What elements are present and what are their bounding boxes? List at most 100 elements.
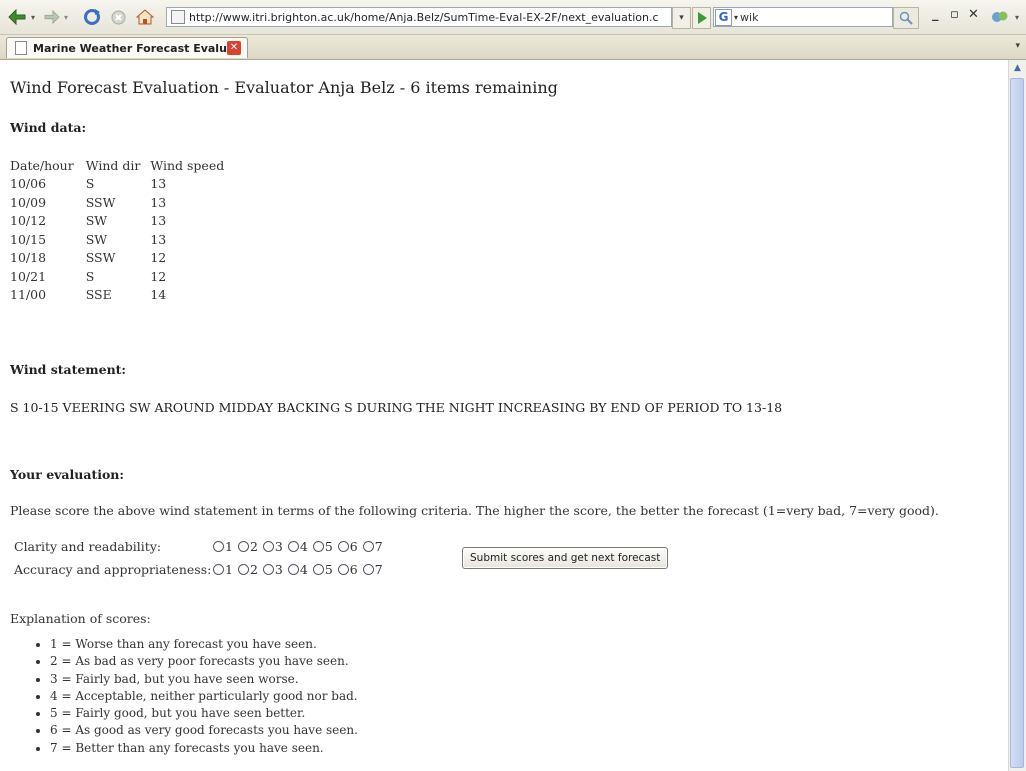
radio-button[interactable]	[362, 564, 374, 575]
radio-button[interactable]	[237, 564, 249, 575]
submit-scores-button[interactable]: Submit scores and get next forecast	[462, 547, 669, 569]
cell-dir: SSW	[85, 250, 116, 266]
radio-label[interactable]: 5	[325, 539, 333, 554]
radio-label[interactable]: 7	[375, 539, 383, 554]
radio-label[interactable]: 6	[350, 562, 358, 577]
search-input[interactable]: wik	[740, 11, 758, 24]
radio-label[interactable]: 1	[225, 562, 233, 577]
clarity-radio-group: 1 2 3 4 5 6 7	[213, 539, 388, 554]
accuracy-radio-3[interactable]: 3	[262, 562, 283, 577]
vertical-scrollbar[interactable]: ▲	[1008, 60, 1026, 771]
go-button[interactable]	[692, 7, 711, 29]
cell-speed: 14	[150, 287, 167, 303]
cell-date: 10/21	[10, 268, 47, 284]
close-window-icon[interactable]: ✕	[968, 7, 979, 22]
radio-label[interactable]: 4	[300, 539, 308, 554]
page-icon	[171, 10, 185, 24]
search-icon	[899, 11, 913, 25]
clarity-radio-7[interactable]: 7	[362, 539, 383, 554]
accuracy-radio-2[interactable]: 2	[237, 562, 258, 577]
minimize-icon[interactable]: _	[932, 7, 939, 22]
tab-list-dropdown-icon[interactable]: ▾	[1015, 41, 1020, 51]
restore-icon[interactable]: ▫	[950, 7, 959, 22]
clarity-radio-2[interactable]: 2	[237, 539, 258, 554]
cell-date: 10/12	[10, 213, 47, 229]
cell-speed: 13	[150, 194, 167, 210]
forward-button[interactable]	[43, 8, 61, 26]
search-box[interactable]: G ▾ wik	[713, 7, 893, 27]
radio-label[interactable]: 4	[300, 562, 308, 577]
clarity-radio-5[interactable]: 5	[312, 539, 333, 554]
radio-label[interactable]: 6	[350, 539, 358, 554]
accuracy-radio-5[interactable]: 5	[312, 562, 333, 577]
cell-date: 10/18	[10, 250, 47, 266]
extension-dropdown-icon[interactable]: ▾	[1013, 8, 1021, 26]
tab-title[interactable]: Marine Weather Forecast Evalua...	[33, 42, 227, 55]
home-button[interactable]	[134, 8, 156, 26]
extension-button[interactable]	[988, 8, 1012, 26]
radio-label[interactable]: 2	[250, 539, 258, 554]
radio-button[interactable]	[337, 541, 349, 552]
table-row: 10/21 S 12	[10, 267, 234, 286]
url-text[interactable]: http://www.itri.brighton.ac.uk/home/Anja…	[189, 11, 659, 24]
radio-label[interactable]: 3	[275, 539, 283, 554]
reload-button[interactable]	[82, 8, 102, 26]
clarity-radio-6[interactable]: 6	[337, 539, 358, 554]
radio-button[interactable]	[362, 541, 374, 552]
stop-button[interactable]	[109, 8, 127, 26]
cell-dir: SW	[85, 231, 108, 247]
radio-button[interactable]	[262, 541, 274, 552]
scroll-up-icon[interactable]: ▲	[1011, 62, 1024, 75]
close-tab-icon[interactable]: ✕	[227, 41, 241, 55]
list-item: 5 = Fairly good, but you have seen bette…	[50, 705, 358, 722]
forward-arrow-icon	[44, 10, 60, 24]
page-icon	[15, 41, 27, 55]
browser-toolbar: ▾ ▾ http://www.itri.brighton.ac.uk/home/…	[0, 0, 1026, 35]
home-icon	[136, 9, 154, 25]
forward-dropdown-icon[interactable]: ▾	[62, 8, 70, 26]
radio-label[interactable]: 1	[225, 539, 233, 554]
radio-button[interactable]	[312, 564, 324, 575]
accuracy-radio-group: 1 2 3 4 5 6 7	[213, 562, 388, 577]
list-item: 6 = As good as very good forecasts you h…	[50, 722, 358, 739]
radio-button[interactable]	[337, 564, 349, 575]
google-icon[interactable]: G	[715, 8, 732, 26]
accuracy-radio-6[interactable]: 6	[337, 562, 358, 577]
url-history-dropdown[interactable]: ▾	[672, 7, 691, 29]
criterion-label: Clarity and readability:	[14, 539, 162, 554]
radio-button[interactable]	[262, 564, 274, 575]
accuracy-radio-4[interactable]: 4	[287, 562, 308, 577]
radio-label[interactable]: 5	[325, 562, 333, 577]
cell-speed: 13	[150, 176, 167, 192]
cell-dir: S	[85, 268, 95, 284]
clarity-radio-1[interactable]: 1	[213, 539, 233, 554]
clarity-radio-3[interactable]: 3	[262, 539, 283, 554]
search-button[interactable]	[893, 7, 919, 29]
address-bar[interactable]: http://www.itri.brighton.ac.uk/home/Anja…	[166, 7, 672, 27]
radio-button[interactable]	[213, 541, 224, 552]
search-engine-dropdown-icon[interactable]: ▾	[734, 13, 738, 22]
back-arrow-icon	[8, 9, 26, 25]
back-dropdown-icon[interactable]: ▾	[29, 8, 37, 26]
clarity-radio-4[interactable]: 4	[287, 539, 308, 554]
tab-marine-weather[interactable]: Marine Weather Forecast Evalua... ✕	[6, 37, 248, 58]
radio-button[interactable]	[213, 564, 224, 575]
accuracy-radio-7[interactable]: 7	[362, 562, 383, 577]
radio-button[interactable]	[287, 564, 299, 575]
cell-dir: S	[85, 176, 95, 192]
scroll-thumb[interactable]	[1010, 78, 1024, 768]
back-button[interactable]	[6, 8, 28, 26]
table-row: 10/15 SW 13	[10, 230, 234, 249]
cell-date: 10/06	[10, 176, 47, 192]
list-item: 4 = Acceptable, neither particularly goo…	[50, 688, 358, 705]
cell-date: 10/09	[10, 194, 47, 210]
cell-dir: SSE	[85, 287, 112, 303]
radio-button[interactable]	[312, 541, 324, 552]
explanation-heading: Explanation of scores:	[10, 611, 151, 626]
radio-label[interactable]: 2	[250, 562, 258, 577]
radio-button[interactable]	[237, 541, 249, 552]
radio-button[interactable]	[287, 541, 299, 552]
accuracy-radio-1[interactable]: 1	[213, 562, 233, 577]
radio-label[interactable]: 7	[375, 562, 383, 577]
radio-label[interactable]: 3	[275, 562, 283, 577]
